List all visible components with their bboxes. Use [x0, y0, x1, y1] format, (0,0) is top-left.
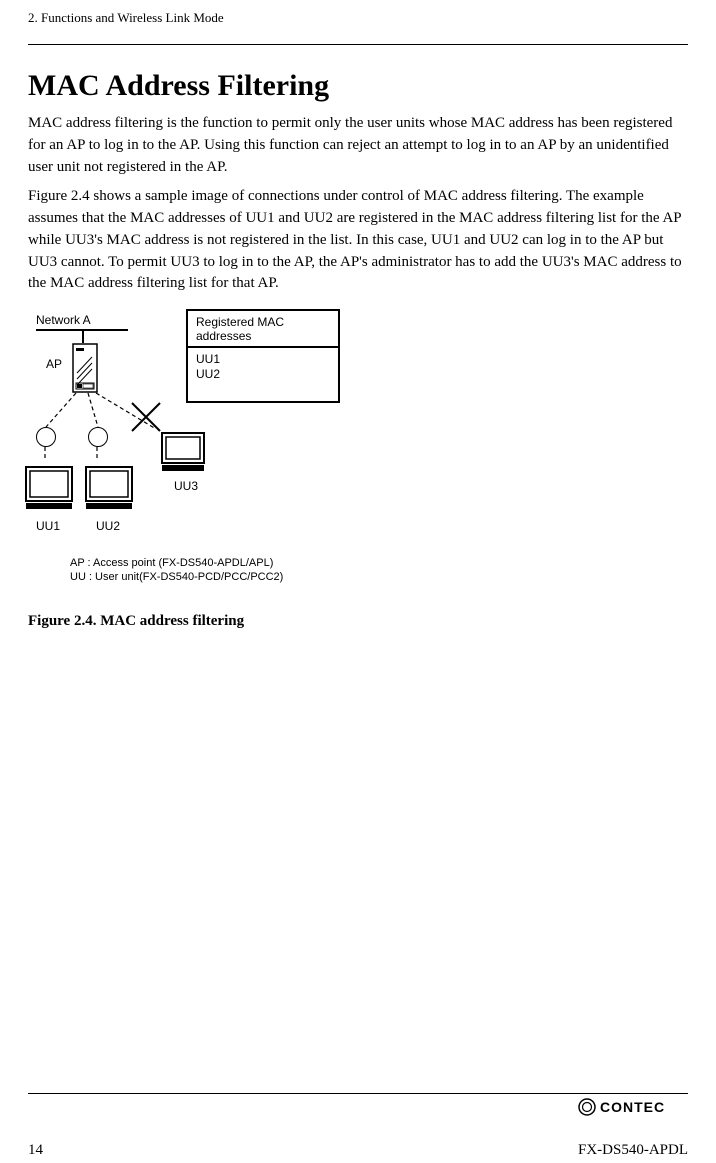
legend-line2: UU : User unit(FX-DS540-PCD/PCC/PCC2) — [70, 571, 283, 583]
contec-logo: CONTEC — [28, 1098, 688, 1121]
uu2-monitor-icon — [84, 465, 134, 513]
figure-legend: AP : Access point (FX-DS540-APDL/APL) UU… — [70, 557, 283, 585]
figure-caption: Figure 2.4. MAC address filtering — [28, 613, 688, 630]
legend-line1: AP : Access point (FX-DS540-APDL/APL) — [70, 557, 273, 569]
uu3-monitor-icon — [160, 431, 206, 475]
connection-lines — [28, 309, 388, 599]
figure-2-4: Network A AP Registered MAC addresses UU… — [28, 309, 388, 599]
page-number: 14 — [28, 1142, 43, 1159]
svg-text:CONTEC: CONTEC — [600, 1099, 665, 1115]
paragraph-2: Figure 2.4 shows a sample image of conne… — [28, 186, 688, 295]
uu2-label: UU2 — [96, 519, 120, 533]
paragraph-1: MAC address filtering is the function to… — [28, 113, 688, 178]
page-footer: CONTEC 14 FX-DS540-APDL — [28, 1093, 688, 1159]
uu1-monitor-icon — [24, 465, 74, 513]
uu3-label: UU3 — [174, 479, 198, 493]
chapter-header: 2. Functions and Wireless Link Mode — [28, 10, 688, 26]
top-rule — [28, 44, 688, 45]
uu1-label: UU1 — [36, 519, 60, 533]
page-title: MAC Address Filtering — [28, 69, 688, 103]
footer-rule — [28, 1093, 688, 1094]
model-number: FX-DS540-APDL — [578, 1142, 688, 1159]
